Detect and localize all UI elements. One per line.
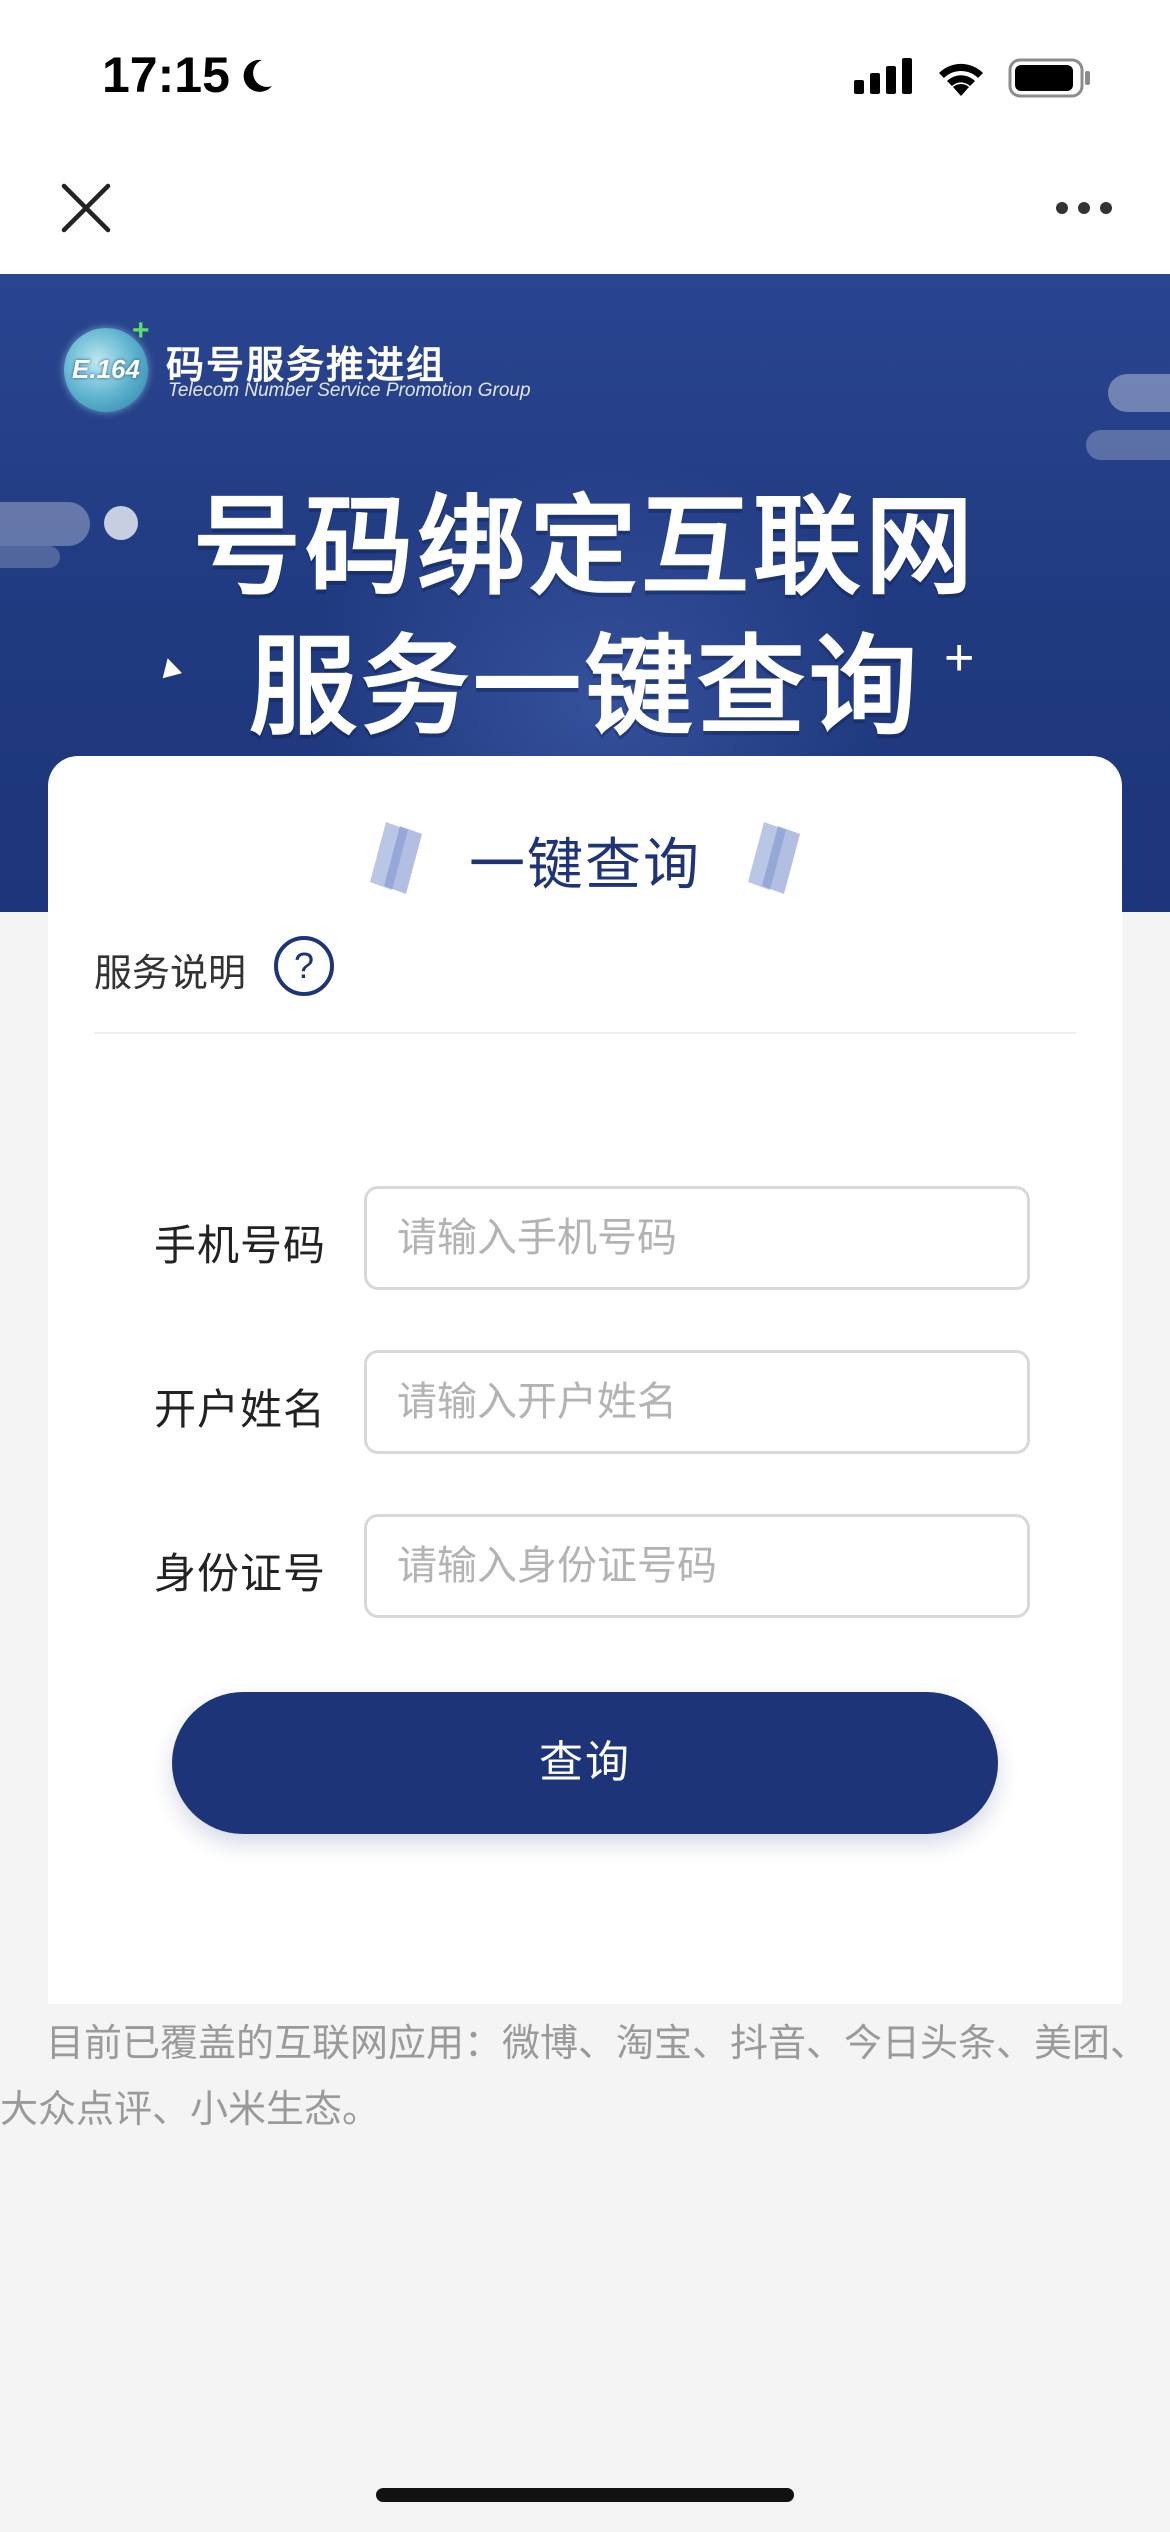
- phone-label: 手机号码: [154, 1221, 327, 1270]
- coverage-note: 目前已覆盖的互联网应用：微博、淘宝、抖音、今日头条、美团、大众点评、小米生态。: [0, 2021, 1149, 2131]
- home-indicator[interactable]: [376, 2488, 794, 2502]
- logo-plus-icon: +: [132, 314, 150, 347]
- more-dots-icon[interactable]: [1054, 198, 1114, 218]
- decor-pill: [1086, 430, 1170, 460]
- help-icon[interactable]: ?: [274, 936, 334, 996]
- decor-plus-icon: +: [944, 629, 975, 687]
- cellular-signal-icon: [854, 58, 912, 94]
- id-number-input[interactable]: [364, 1514, 1030, 1618]
- decor-pill: [1108, 374, 1170, 412]
- org-logo-text: E.164: [72, 354, 140, 384]
- battery-icon: [1008, 58, 1090, 98]
- nav-bar: [0, 150, 1170, 274]
- id-number-label: 身份证号: [154, 1549, 327, 1598]
- name-input[interactable]: [364, 1350, 1030, 1454]
- org-name-en: Telecom Number Service Promotion Group: [168, 380, 531, 401]
- headline-line-1: 号码绑定互联网: [192, 485, 977, 610]
- query-button[interactable]: 查询: [172, 1692, 998, 1834]
- card-title: 一键查询: [469, 833, 701, 898]
- phone-input[interactable]: [364, 1186, 1030, 1290]
- status-time: 17:15: [102, 47, 230, 103]
- divider: [94, 1032, 1076, 1034]
- close-icon[interactable]: [58, 180, 114, 236]
- status-bar: 17:15: [0, 0, 1170, 150]
- name-label: 开户姓名: [154, 1385, 327, 1434]
- headline-line-2: 服务一键查询: [248, 625, 921, 750]
- wifi-icon: [939, 63, 983, 96]
- service-description-label[interactable]: 服务说明: [94, 942, 246, 997]
- query-card: 一键查询 服务说明 ? 手机号码 开户姓名 身份证号 查询: [48, 756, 1122, 2004]
- title-decor-right-icon: [748, 822, 800, 894]
- moon-icon: [243, 59, 272, 92]
